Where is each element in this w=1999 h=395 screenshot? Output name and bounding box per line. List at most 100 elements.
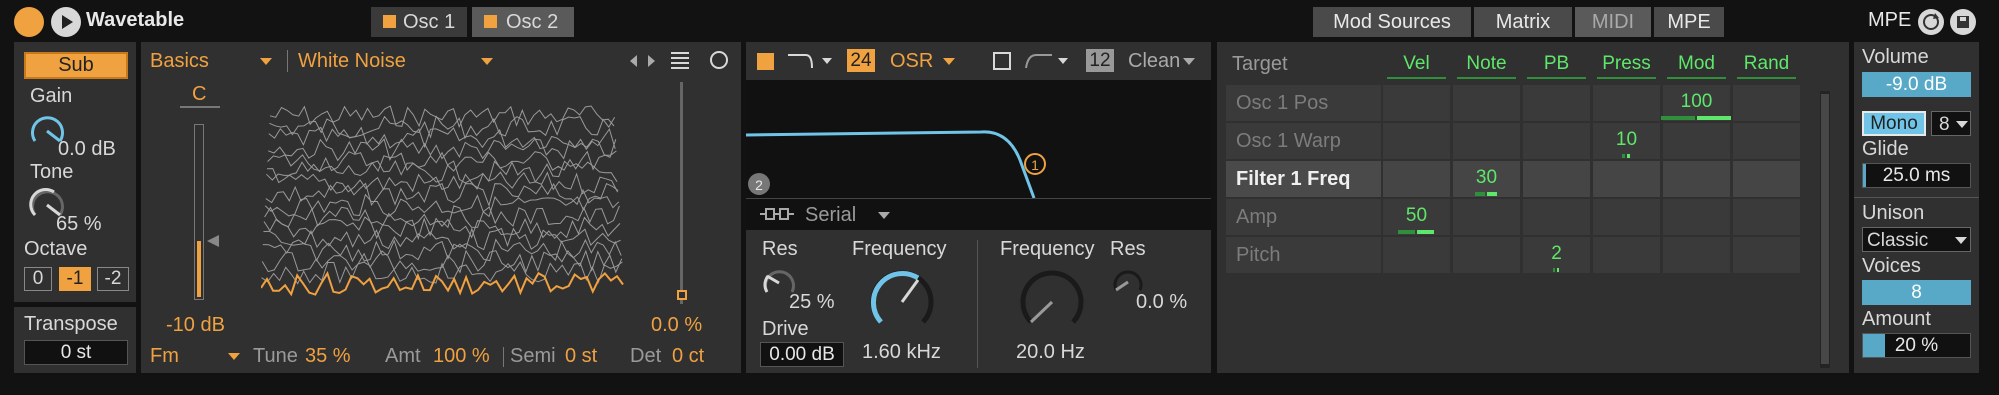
filter-1-slope-button[interactable]: 24 (847, 49, 875, 72)
device-activator-button[interactable] (14, 7, 44, 37)
matrix-cell[interactable] (1523, 85, 1590, 121)
circle-view-icon[interactable] (708, 49, 730, 71)
matrix-cell[interactable] (1733, 123, 1800, 159)
unison-mode-select[interactable]: Classic (1862, 227, 1971, 252)
matrix-cell[interactable] (1733, 237, 1800, 273)
filter-2-res-label: Res (1110, 238, 1146, 260)
sub-toggle-button[interactable]: Sub (24, 52, 128, 79)
filter-1-osr-select[interactable]: OSR (890, 50, 933, 73)
matrix-row-label[interactable]: Osc 1 Warp (1226, 123, 1381, 159)
divider (1854, 197, 1979, 198)
osc-level-fill (197, 241, 201, 297)
mono-toggle-button[interactable]: Mono (1862, 111, 1926, 136)
matrix-column-header: Mod (1678, 53, 1715, 74)
matrix-cell[interactable] (1383, 237, 1450, 273)
wavetable-display[interactable] (261, 104, 625, 312)
matrix-cell[interactable]: 30 (1453, 161, 1520, 197)
unison-amount-field[interactable]: 20 % (1862, 333, 1971, 358)
matrix-cell[interactable] (1593, 161, 1660, 197)
filter-2-enable-button[interactable] (993, 52, 1011, 70)
glide-field[interactable]: 25.0 ms (1862, 163, 1971, 188)
matrix-cell[interactable] (1383, 123, 1450, 159)
matrix-cell[interactable] (1593, 85, 1660, 121)
matrix-amount-bar (1626, 154, 1630, 158)
refresh-icon (1923, 13, 1939, 30)
poly-voices-select[interactable]: 8 (1931, 111, 1971, 136)
semi-value[interactable]: 0 st (565, 345, 597, 368)
matrix-cell[interactable] (1453, 123, 1520, 159)
preview-play-button[interactable] (51, 7, 81, 37)
prev-next-wavetable-arrows-icon[interactable] (628, 52, 658, 70)
tab-mod-sources[interactable]: Mod Sources (1313, 7, 1471, 37)
matrix-cell[interactable] (1383, 161, 1450, 197)
voices-field[interactable]: 8 (1862, 280, 1971, 305)
wavetable-position-handle[interactable] (677, 290, 687, 300)
wavetable-select[interactable]: White Noise (298, 50, 406, 73)
list-view-icon[interactable] (669, 49, 691, 71)
tab-matrix[interactable]: Matrix (1474, 7, 1572, 37)
matrix-cell[interactable] (1523, 123, 1590, 159)
tab-mpe[interactable]: MPE (1654, 7, 1724, 37)
tab-osc-1[interactable]: Osc 1 (371, 7, 467, 37)
tune-value[interactable]: 35 % (305, 345, 351, 368)
matrix-cell-value: 10 (1615, 129, 1638, 150)
matrix-cell[interactable] (1593, 199, 1660, 235)
chevron-down-icon (943, 58, 955, 65)
amt-value[interactable]: 100 % (433, 345, 490, 368)
matrix-cell[interactable] (1453, 85, 1520, 121)
serial-routing-icon (760, 208, 794, 220)
save-preset-button[interactable] (1950, 9, 1976, 35)
filter-2-type-lowpass-icon[interactable] (1024, 50, 1072, 72)
filter-1-enable-button[interactable] (757, 53, 774, 70)
matrix-cell[interactable]: 50 (1383, 199, 1450, 235)
matrix-cell[interactable] (1663, 237, 1730, 273)
chevron-down-icon (878, 212, 890, 219)
matrix-row-label[interactable]: Osc 1 Pos (1226, 85, 1381, 121)
divider (977, 240, 978, 368)
matrix-cell[interactable] (1453, 237, 1520, 273)
wavetable-position-slider[interactable] (680, 82, 683, 304)
matrix-row-label[interactable]: Pitch (1226, 237, 1381, 273)
filter-routing-select[interactable]: Serial (805, 204, 856, 227)
matrix-cell[interactable] (1383, 85, 1450, 121)
octave-minus1-button[interactable]: -1 (59, 267, 91, 291)
filter-2-slope-button[interactable]: 12 (1086, 49, 1114, 72)
matrix-cell[interactable]: 100 (1660, 85, 1731, 121)
matrix-cell[interactable] (1733, 199, 1800, 235)
matrix-row-label[interactable]: Filter 1 Freq (1226, 161, 1381, 197)
matrix-cell[interactable] (1453, 199, 1520, 235)
mpe-toggle-button[interactable] (1918, 9, 1944, 35)
matrix-cell[interactable]: 2 (1523, 237, 1590, 273)
filter-response-display[interactable]: 1 2 (746, 80, 1211, 198)
tab-midi[interactable]: MIDI (1575, 7, 1651, 37)
volume-field[interactable]: -9.0 dB (1862, 72, 1971, 97)
tab-osc-2[interactable]: Osc 2 (472, 7, 574, 37)
matrix-scrollbar[interactable] (1820, 91, 1830, 368)
det-value[interactable]: 0 ct (672, 345, 704, 368)
matrix-cell[interactable] (1733, 161, 1800, 197)
filter-2-freq-knob[interactable] (1012, 262, 1092, 342)
level-pointer-icon (207, 235, 219, 247)
fm-mode-select[interactable]: Fm (150, 345, 179, 368)
wavetable-category-select[interactable]: Basics (150, 50, 209, 73)
drive-field[interactable]: 0.00 dB (760, 342, 844, 367)
matrix-cell[interactable] (1733, 85, 1800, 121)
octave-0-button[interactable]: 0 (24, 267, 52, 291)
matrix-cell[interactable]: 10 (1593, 123, 1660, 159)
matrix-cell[interactable] (1593, 237, 1660, 273)
filter-2-circuit-select[interactable]: Clean (1128, 50, 1180, 73)
osc-level-slider[interactable] (194, 124, 204, 300)
matrix-cell[interactable] (1523, 199, 1590, 235)
sub-octave-label: Octave (24, 238, 88, 260)
filter-1-type-lowpass-icon[interactable] (786, 50, 834, 72)
matrix-cell[interactable] (1663, 161, 1730, 197)
transpose-field[interactable]: 0 st (24, 340, 128, 365)
matrix-scroll-thumb[interactable] (1821, 94, 1829, 364)
filter-1-freq-knob[interactable] (862, 262, 942, 342)
matrix-cell[interactable] (1663, 199, 1730, 235)
matrix-row-label[interactable]: Amp (1226, 199, 1381, 235)
matrix-cell[interactable] (1663, 123, 1730, 159)
octave-minus2-button[interactable]: -2 (97, 267, 129, 291)
filter-2-freq-value: 20.0 Hz (1016, 341, 1085, 363)
matrix-cell[interactable] (1523, 161, 1590, 197)
